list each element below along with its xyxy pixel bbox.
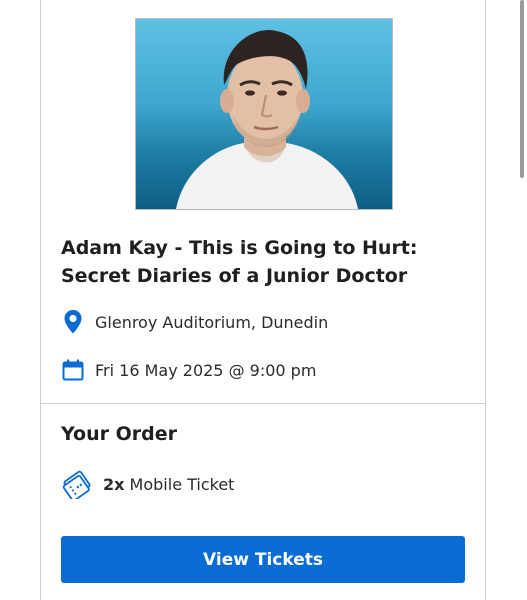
mobile-ticket-icon [61,470,93,499]
location-pin-icon [61,308,85,336]
event-card: Adam Kay - This is Going to Hurt: Secret… [40,0,486,600]
view-tickets-button[interactable]: View Tickets [61,536,465,583]
date-row: Fri 16 May 2025 @ 9:00 pm [61,356,316,384]
ticket-summary: 2x Mobile Ticket [103,475,234,494]
performer-portrait [176,30,358,209]
event-title: Adam Kay - This is Going to Hurt: Secret… [61,234,471,290]
venue-name: Glenroy Auditorium, Dunedin [95,312,329,332]
ticket-quantity: 2x [103,474,125,494]
your-order-heading: Your Order [61,423,177,445]
ticket-type: Mobile Ticket [129,474,235,494]
event-order-page: Adam Kay - This is Going to Hurt: Secret… [0,0,527,600]
section-divider [41,403,485,404]
event-datetime: Fri 16 May 2025 @ 9:00 pm [95,360,317,380]
event-title-line-1: Adam Kay - This is Going to Hurt: [61,237,418,259]
calendar-icon [61,356,85,384]
venue-row: Glenroy Auditorium, Dunedin [61,308,328,336]
event-title-line-2: Secret Diaries of a Junior Doctor [61,265,408,287]
scrollbar[interactable] [520,0,524,178]
event-photo [135,18,393,210]
ticket-row: 2x Mobile Ticket [61,470,234,499]
